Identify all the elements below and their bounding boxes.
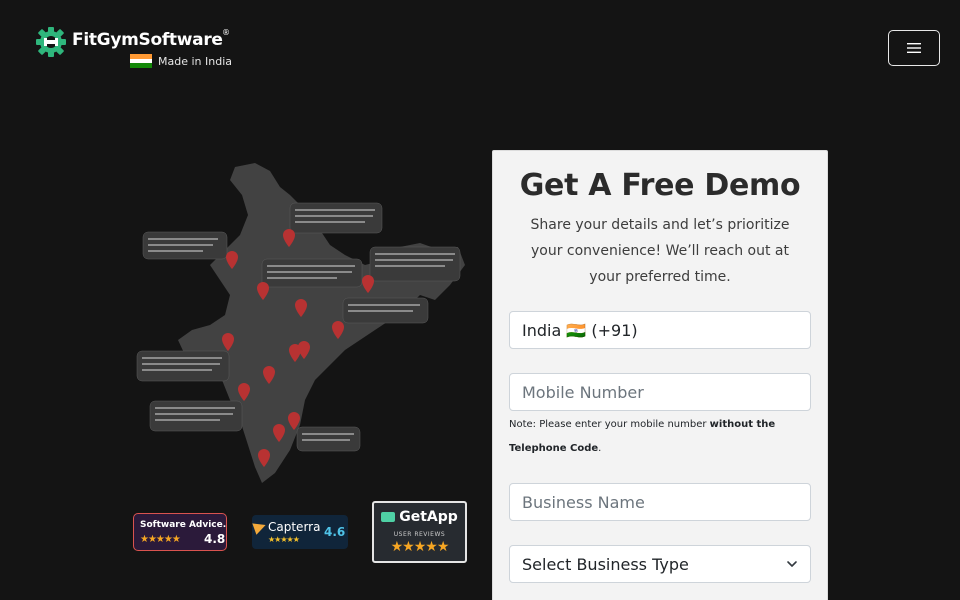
getapp-label: GetApp [399,509,458,525]
getapp-subtitle: USER REVIEWS [393,531,446,538]
demo-title: Get A Free Demo [519,168,801,203]
mobile-number-input[interactable] [509,373,811,411]
review-badges: Software Advice. ★★★★★ 4.8 Capterra ★★★★… [130,500,475,565]
getapp-badge[interactable]: GetApp USER REVIEWS ★★★★★ [372,501,467,563]
navbar: FitGymSoftware ® Made in India [0,0,960,90]
india-map-icon [136,163,465,483]
brand-name: FitGymSoftware [72,30,223,50]
getapp-title: GetApp [374,509,465,525]
hamburger-icon [907,43,921,53]
getapp-stars: ★★★★★ [390,539,450,555]
business-type-select[interactable]: Select Business Type [509,545,811,583]
business-name-input[interactable] [509,483,811,521]
software-advice-badge[interactable]: Software Advice. ★★★★★ 4.8 [133,513,227,551]
chevron-down-icon [787,561,797,567]
mobile-note-suffix: . [598,443,602,454]
capterra-logo-icon [252,519,268,535]
india-map-illustration [130,155,475,495]
demo-form-card: Get A Free Demo Share your details and l… [492,150,828,600]
made-in-india-text: Made in India [158,54,232,68]
menu-toggle-button[interactable] [888,30,940,66]
capterra-stars: ★★★★★ [268,535,300,544]
mobile-note: Note: Please enter your mobile number wi… [509,413,809,461]
registered-mark: ® [222,28,230,37]
country-code-select[interactable]: India 🇮🇳 (+91) [509,311,811,349]
getapp-logo-icon [381,512,396,522]
demo-description: Share your details and let’s prioritize … [530,217,790,285]
gear-logo-icon [36,27,66,57]
software-advice-label: Software Advice. [140,520,227,530]
mobile-note-prefix: Note: Please enter your mobile number [509,419,710,430]
capterra-rating: 4.6 [324,525,346,539]
country-code-value: India 🇮🇳 (+91) [522,320,638,340]
business-type-value: Select Business Type [522,554,689,574]
software-advice-rating: 4.8 [204,532,226,546]
capterra-label: Capterra [268,520,321,534]
brand-logo[interactable]: FitGymSoftware ® Made in India [34,25,234,71]
software-advice-stars: ★★★★★ [140,534,181,545]
capterra-badge[interactable]: Capterra ★★★★★ 4.6 [252,515,348,549]
made-in-india-tag: Made in India [130,53,232,69]
india-flag-icon [130,54,152,69]
